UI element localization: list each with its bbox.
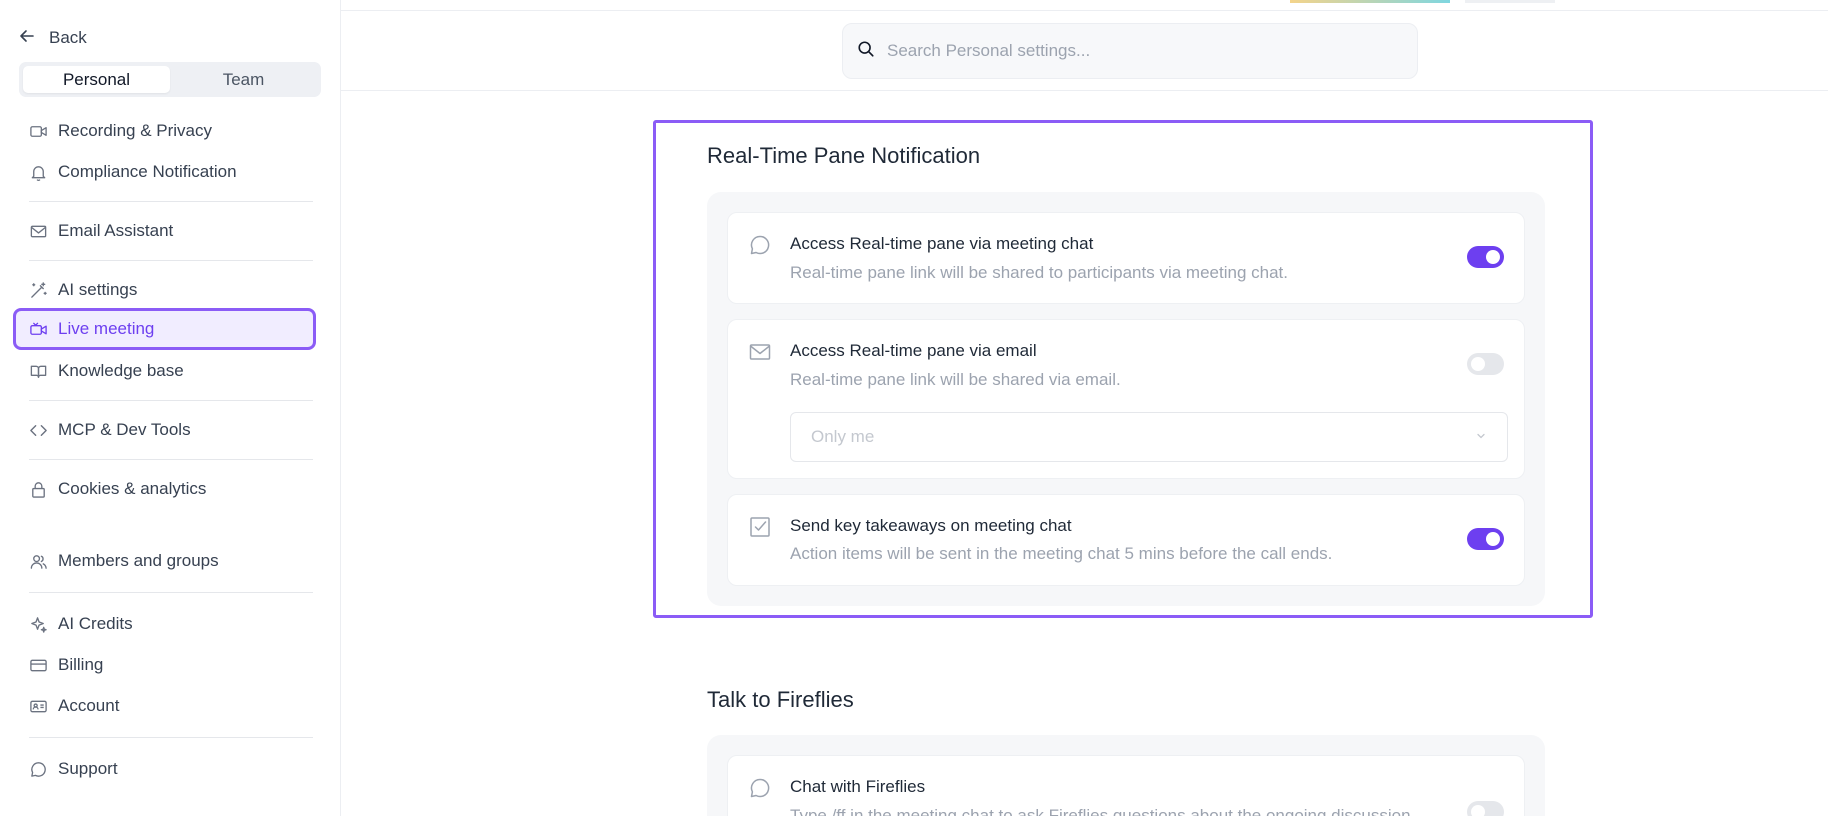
sidebar-item-label: Account	[58, 696, 120, 715]
setting-title: Access Real-time pane via email	[790, 341, 1037, 360]
sidebar-item-members-groups[interactable]: Members and groups	[19, 544, 313, 578]
section-title-fireflies: Talk to Fireflies	[707, 687, 854, 712]
video-icon	[28, 121, 48, 141]
sidebar-item-label: Support	[58, 759, 118, 778]
chevron-down-icon	[1475, 427, 1487, 447]
key-takeaways-toggle[interactable]	[1467, 528, 1504, 550]
scope-tabs: Personal Team	[19, 62, 321, 97]
email-toggle[interactable]	[1467, 353, 1504, 375]
mail-icon	[28, 221, 48, 241]
chat-with-fireflies-toggle[interactable]	[1467, 801, 1504, 816]
divider	[29, 592, 313, 593]
sidebar-item-label: Billing	[58, 655, 104, 674]
divider	[29, 400, 313, 401]
sparkle-icon	[28, 614, 48, 634]
setting-title: Access Real-time pane via meeting chat	[790, 234, 1094, 253]
credit-card-icon	[28, 655, 48, 675]
lock-icon	[28, 479, 48, 499]
toggle-knob	[1471, 357, 1485, 371]
sidebar-item-ai-settings[interactable]: AI settings	[19, 273, 313, 307]
tab-team[interactable]: Team	[170, 66, 317, 93]
divider	[341, 10, 1828, 11]
setting-card-meeting-chat: Access Real-time pane via meeting chat R…	[727, 212, 1525, 304]
sidebar-item-label: Live meeting	[58, 319, 155, 338]
meeting-chat-toggle[interactable]	[1467, 246, 1504, 268]
chat-bubble-icon	[748, 233, 772, 257]
sidebar-item-label: MCP & Dev Tools	[58, 420, 191, 439]
mail-icon	[748, 340, 772, 364]
sidebar-item-cookies-analytics[interactable]: Cookies & analytics	[19, 472, 313, 506]
toggle-knob	[1486, 250, 1500, 264]
setting-card-chat-with-fireflies: Chat with Fireflies Type /ff in the meet…	[727, 755, 1525, 816]
sidebar-item-ai-credits[interactable]: AI Credits	[19, 607, 313, 641]
toggle-knob	[1486, 532, 1500, 546]
section-title-realtime: Real-Time Pane Notification	[707, 143, 981, 168]
id-card-icon	[28, 696, 48, 716]
select-value: Only me	[811, 427, 875, 446]
email-recipient-select[interactable]: Only me	[790, 412, 1508, 462]
arrow-left-icon	[17, 26, 37, 51]
sidebar-item-billing[interactable]: Billing	[19, 648, 313, 682]
book-icon	[28, 361, 48, 381]
sidebar-item-label: AI settings	[58, 280, 138, 299]
back-label: Back	[49, 28, 87, 47]
sidebar-item-support[interactable]: Support	[19, 752, 313, 786]
users-icon	[28, 551, 48, 571]
sidebar: Back Personal Team Recording & Privacy C…	[0, 0, 341, 816]
divider	[29, 737, 313, 738]
divider	[29, 260, 313, 261]
setting-title: Send key takeaways on meeting chat	[790, 516, 1072, 535]
sidebar-item-label: Knowledge base	[58, 361, 184, 380]
divider	[29, 201, 313, 202]
sidebar-item-label: Members and groups	[58, 551, 219, 570]
setting-description: Action items will be sent in the meeting…	[790, 544, 1333, 563]
sidebar-item-label: Recording & Privacy	[58, 121, 213, 140]
toggle-knob	[1471, 805, 1485, 816]
chat-bubble-icon	[28, 759, 48, 779]
sidebar-item-label: Cookies & analytics	[58, 479, 207, 498]
setting-title: Chat with Fireflies	[790, 777, 926, 796]
search-input[interactable]	[887, 41, 1367, 61]
bell-icon	[28, 162, 48, 182]
sidebar-item-mcp-dev-tools[interactable]: MCP & Dev Tools	[19, 413, 313, 447]
setting-description: Type /ff in the meeting chat to ask Fire…	[790, 806, 1416, 816]
sidebar-item-label: Compliance Notification	[58, 162, 237, 181]
header-accent-strip	[1290, 0, 1450, 3]
search-icon	[857, 40, 875, 63]
magic-wand-icon	[28, 280, 48, 300]
sidebar-item-knowledge-base[interactable]: Knowledge base	[19, 354, 313, 388]
realtime-settings-panel: Access Real-time pane via meeting chat R…	[707, 192, 1545, 606]
sidebar-item-label: Email Assistant	[58, 221, 174, 240]
sidebar-item-label: AI Credits	[58, 614, 133, 633]
sidebar-item-live-meeting[interactable]: Live meeting	[13, 308, 316, 350]
chat-bubble-icon	[748, 776, 772, 800]
setting-description: Real-time pane link will be shared via e…	[790, 370, 1121, 389]
setting-card-key-takeaways: Send key takeaways on meeting chat Actio…	[727, 494, 1525, 586]
sidebar-item-account[interactable]: Account	[19, 689, 313, 723]
checkbox-icon	[748, 515, 772, 539]
search-bar	[842, 23, 1418, 79]
fireflies-settings-panel: Chat with Fireflies Type /ff in the meet…	[707, 735, 1545, 816]
sidebar-item-email-assistant[interactable]: Email Assistant	[19, 214, 313, 248]
sidebar-item-compliance-notification[interactable]: Compliance Notification	[19, 155, 313, 189]
tab-personal[interactable]: Personal	[23, 66, 170, 93]
divider	[29, 459, 313, 460]
header-accent-strip	[1465, 0, 1555, 3]
back-button[interactable]: Back	[17, 26, 87, 50]
sidebar-item-recording-privacy[interactable]: Recording & Privacy	[19, 114, 313, 148]
setting-card-email: Access Real-time pane via email Real-tim…	[727, 319, 1525, 479]
code-icon	[28, 420, 48, 440]
setting-description: Real-time pane link will be shared to pa…	[790, 263, 1288, 282]
live-video-icon	[28, 319, 48, 339]
